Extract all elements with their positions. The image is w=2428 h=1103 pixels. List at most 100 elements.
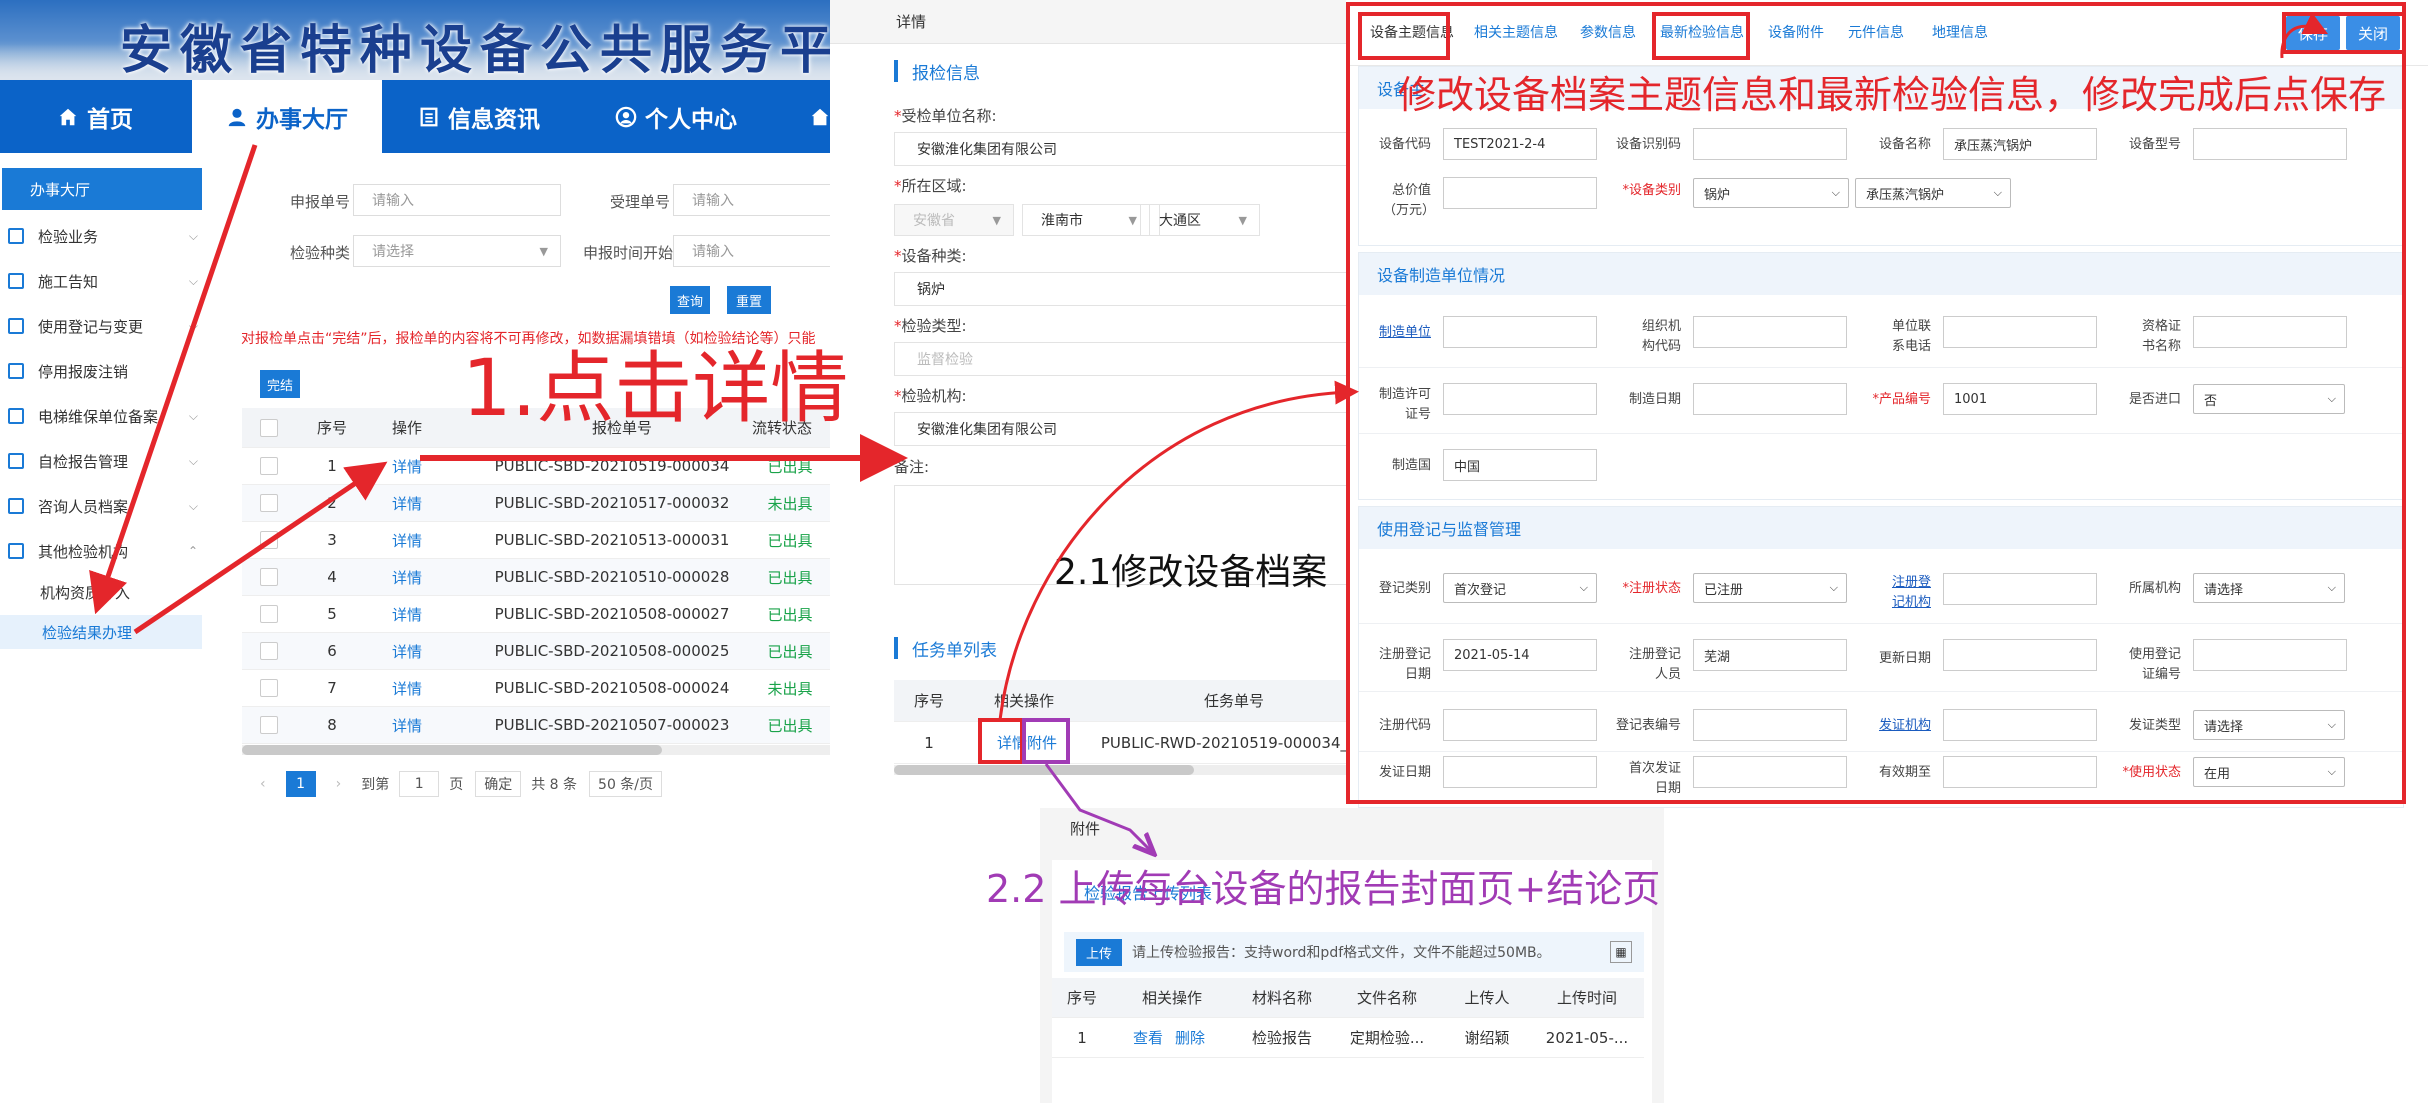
update-date-input[interactable] [1943,639,2097,671]
apply-no-input[interactable]: 请输入 [353,184,561,216]
use-status-select[interactable]: 在用 ⌵ [2193,757,2345,787]
maker-phone-input[interactable] [1943,316,2097,348]
row-detail-link[interactable]: 详情 [357,530,457,551]
row-checkbox[interactable] [260,679,278,697]
goto-input[interactable]: 1 [399,771,440,797]
reg-org-label[interactable]: 注册登记机构 [1885,573,1931,613]
nav-personal[interactable]: 个人中心 [576,80,776,153]
tab-attachments[interactable]: 设备附件 [1768,22,1824,42]
nav-more[interactable] [800,80,830,153]
maker-label[interactable]: 制造单位 [1359,323,1431,343]
goto-confirm-button[interactable]: 确定 [475,771,522,797]
sidebar-item-selfcheck[interactable]: 自检报告管理 ⌵ [8,441,198,481]
select-all-checkbox[interactable] [260,419,278,437]
sidebar-sub-result[interactable]: 检验结果办理 [0,615,202,649]
attach-row-file[interactable]: 定期检验... [1332,1027,1442,1048]
row-detail-link[interactable]: 详情 [357,456,457,477]
sidebar-item-other-orgs[interactable]: 其他检验机构 ⌃ [8,531,198,571]
attach-view-link[interactable]: 查看 [1128,1027,1168,1048]
unit-input[interactable]: 安徽淮化集团有限公司 [894,132,1346,166]
row-checkbox[interactable] [260,605,278,623]
row-detail-link[interactable]: 详情 [357,493,457,514]
accept-no-input[interactable]: 请输入 [673,184,830,216]
finish-button[interactable]: 完结 [260,370,300,398]
nav-news[interactable]: 信息资讯 [384,80,574,153]
tab-device-main[interactable]: 设备主题信息 [1370,22,1454,42]
province-select[interactable]: 安徽省 ▼ [894,204,1014,236]
sidebar-item-construction[interactable]: 施工告知 ⌵ [8,261,198,301]
save-button[interactable]: 保存 [2286,16,2340,50]
tab-related[interactable]: 相关主题信息 [1474,22,1558,42]
task-attach-link[interactable]: 附件 [1027,732,1057,753]
query-button[interactable]: 查询 [670,286,710,314]
issue-type-select[interactable]: 请选择 ⌵ [2193,710,2345,740]
annotation-step2-1: 2.1修改设备档案 [1054,552,1328,593]
upload-button[interactable]: 上传 [1076,938,1123,966]
row-detail-link[interactable]: 详情 [357,678,457,699]
tab-latest-inspection[interactable]: 最新检验信息 [1660,22,1744,42]
table-row: 6 详情 PUBLIC-SBD-20210508-000025 已出具 [242,633,830,670]
sidebar-item-inspection[interactable]: 检验业务 ⌵ [8,216,198,256]
reg-status-select[interactable]: 已注册 ⌵ [1693,573,1847,603]
row-checkbox[interactable] [260,716,278,734]
import-select[interactable]: 否 ⌵ [2193,384,2345,414]
issue-org-label[interactable]: 发证机构 [1769,716,1931,736]
insp-type-select[interactable]: 请选择 ▼ [353,235,561,267]
reg-date-input[interactable]: 2021-05-14 [1443,639,1597,671]
row-checkbox[interactable] [260,457,278,475]
close-button[interactable]: 关闭 [2346,16,2400,50]
upload-bar: 上传 请上传检验报告：支持word和pdf格式文件，文件不能超过50MB。 ▦ [1064,932,1644,972]
use-cert-input[interactable] [2193,639,2347,671]
nav-home[interactable]: 首页 [0,80,190,153]
reset-button[interactable]: 重置 [727,286,771,314]
attach-delete-link[interactable]: 删除 [1170,1027,1210,1048]
org-code-input[interactable] [1693,316,1847,348]
tab-geo[interactable]: 地理信息 [1932,22,1988,42]
task-table-header: 序号 相关操作 任务单号 [894,680,1346,722]
edit-icon [8,318,24,334]
row-detail-link[interactable]: 详情 [357,604,457,625]
org-input[interactable]: 安徽淮化集团有限公司 [894,412,1346,446]
device-type-input[interactable]: 锅炉 [894,272,1346,306]
tab-params[interactable]: 参数信息 [1580,22,1636,42]
row-checkbox[interactable] [260,531,278,549]
sidebar-item-elevator[interactable]: 电梯维保单位备案 ⌵ [8,396,198,436]
row-detail-link[interactable]: 详情 [357,641,457,662]
maker-input[interactable] [1443,316,1597,348]
page-current[interactable]: 1 [285,771,316,797]
prev-page-icon[interactable]: ‹ [260,776,266,792]
row-detail-link[interactable]: 详情 [357,567,457,588]
row-checkbox[interactable] [260,642,278,660]
sidebar-item-consultant[interactable]: 咨询人员档案 ⌵ [8,486,198,526]
device-subcategory-select[interactable]: 承压蒸汽锅炉 ⌵ [1855,178,2011,208]
page-size-select[interactable]: 50 条/页 [589,771,663,797]
device-category-select[interactable]: 锅炉 ⌵ [1693,178,1849,208]
row-detail-link[interactable]: 详情 [357,715,457,736]
device-model-input[interactable] [2193,128,2347,160]
sidebar-item-disable[interactable]: 停用报废注销 [8,351,198,391]
insp-type-input[interactable]: 监督检验 [894,342,1346,376]
tab-components[interactable]: 元件信息 [1848,22,1904,42]
city-select[interactable]: 淮南市 ▼ [1022,204,1150,236]
dept-select[interactable]: 请选择 ⌵ [2193,573,2345,603]
country-input[interactable]: 中国 [1443,449,1597,481]
task-detail-link[interactable]: 详情 [997,732,1027,753]
reg-form-label: 登记表编号 [1615,718,1681,733]
nav-service-hall[interactable]: 办事大厅 [192,80,382,153]
horizontal-scrollbar[interactable] [242,745,830,755]
row-checkbox[interactable] [260,494,278,512]
next-page-icon[interactable]: › [336,776,342,792]
sidebar-sub-qualification[interactable]: 机构资质导入 [40,575,130,609]
issue-date-input[interactable] [1443,756,1597,788]
sidebar-head[interactable]: 办事大厅 [2,168,202,210]
sidebar-item-registration[interactable]: 使用登记与变更 ⌵ [8,306,198,346]
task-scrollbar[interactable] [894,765,1346,775]
reg-status-label: *注册状态 [1622,581,1681,596]
cert-input[interactable] [2193,316,2347,348]
row-checkbox[interactable] [260,568,278,586]
attach-col-file: 文件名称 [1356,989,1417,1007]
grid-icon[interactable]: ▦ [1610,941,1632,963]
district-select[interactable]: 大通区 ▼ [1140,204,1260,236]
apply-time-input[interactable]: 请输入 [673,235,830,267]
issue-type-label: 发证类型 [2128,718,2181,733]
